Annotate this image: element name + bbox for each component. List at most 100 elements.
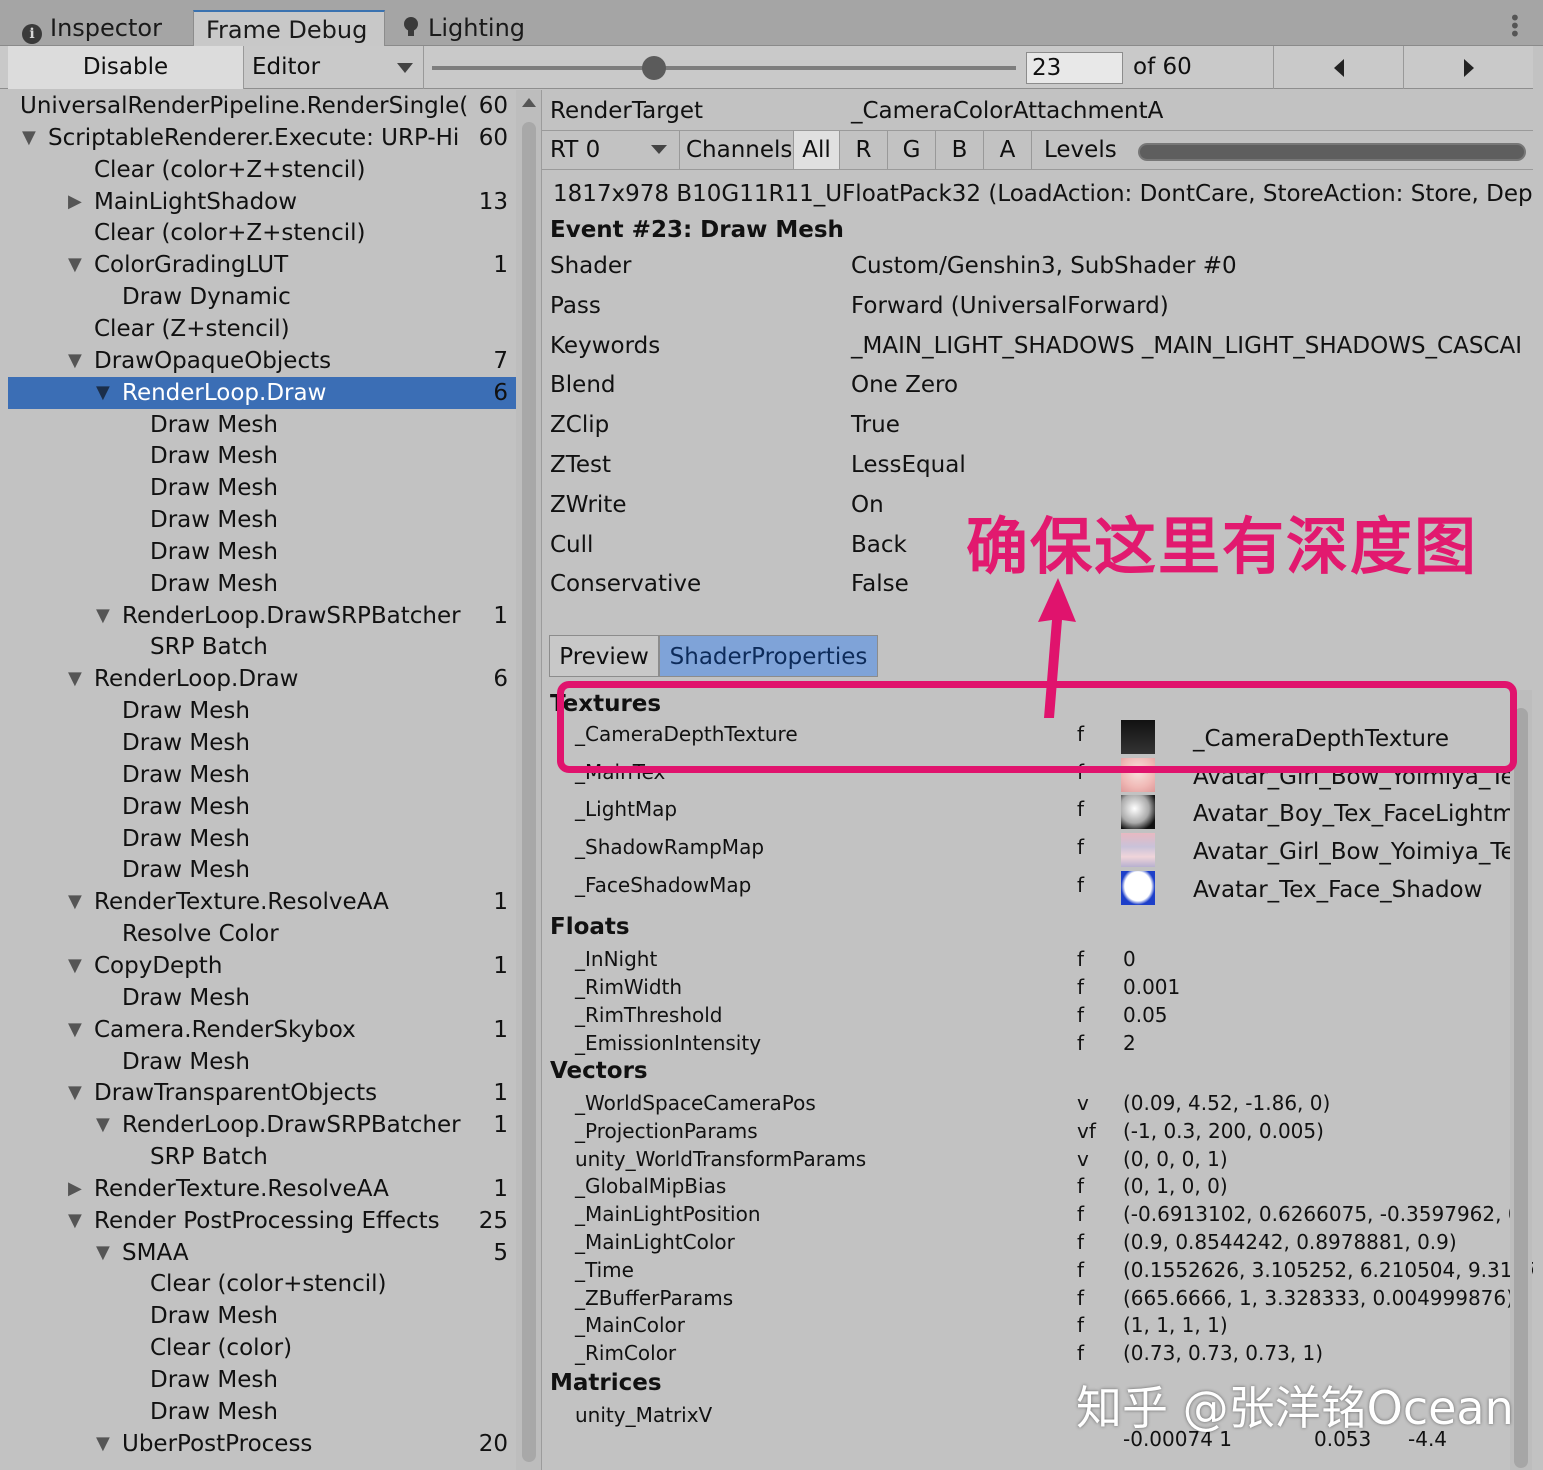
lightmap-thumbnail[interactable]	[1121, 795, 1155, 830]
tree-row[interactable]: ▼ RenderLoop.Draw 6	[8, 663, 516, 695]
tree-row[interactable]: Draw Mesh	[8, 854, 516, 886]
tree-row[interactable]: Clear (color+Z+stencil)	[8, 154, 516, 186]
expand-down-icon[interactable]: ▼	[96, 1109, 116, 1141]
expand-down-icon[interactable]: ▼	[68, 249, 88, 281]
tab-frame-debug[interactable]: Frame Debug	[193, 10, 385, 46]
tree-row-label: RenderTexture.ResolveAA	[94, 1175, 389, 1202]
tree-row[interactable]: ▼ ScriptableRenderer.Execute: URP-Hi 60	[8, 122, 516, 154]
tree-row[interactable]: ▼ Camera.RenderSkybox 1	[8, 1014, 516, 1046]
tree-row[interactable]: Draw Mesh	[8, 409, 516, 441]
ramp-thumbnail[interactable]	[1121, 833, 1155, 868]
tree-row[interactable]: Draw Mesh	[8, 536, 516, 568]
expand-down-icon[interactable]: ▼	[96, 377, 116, 409]
tree-row[interactable]: Draw Mesh	[8, 791, 516, 823]
tree-row[interactable]: Draw Mesh	[8, 823, 516, 855]
expand-down-icon[interactable]: ▼	[96, 1428, 116, 1460]
tree-row[interactable]: Draw Mesh	[8, 1046, 516, 1078]
tab-inspector[interactable]: i Inspector	[22, 10, 162, 46]
scroll-up-icon[interactable]	[522, 98, 536, 107]
texture-prop-value[interactable]: Avatar_Girl_Bow_Yoimiya_Te	[1193, 839, 1515, 865]
tree-row[interactable]: Clear (color+stencil)	[8, 1268, 516, 1300]
shader-properties-scrollbar[interactable]	[1510, 690, 1532, 1470]
tree-row[interactable]: Clear (color)	[8, 1332, 516, 1364]
tree-row[interactable]: ▼ DrawOpaqueObjects 7	[8, 345, 516, 377]
rt-select-dropdown[interactable]: RT 0	[542, 131, 680, 169]
tree-row[interactable]: ▼ DrawTransparentObjects 1	[8, 1077, 516, 1109]
tree-row[interactable]: ▼ SMAA 5	[8, 1237, 516, 1269]
expand-right-icon[interactable]: ▶	[68, 1173, 88, 1205]
tree-row[interactable]: SRP Batch	[8, 631, 516, 663]
expand-down-icon[interactable]: ▼	[68, 345, 88, 377]
tree-row[interactable]: Draw Mesh	[8, 1364, 516, 1396]
texture-prop-value[interactable]: Avatar_Boy_Tex_FaceLightm	[1193, 801, 1515, 827]
tree-row[interactable]: Draw Mesh	[8, 695, 516, 727]
tree-row[interactable]: Draw Dynamic	[8, 281, 516, 313]
tab-preview[interactable]: Preview	[549, 635, 659, 677]
tree-row[interactable]: Resolve Color	[8, 918, 516, 950]
expand-down-icon[interactable]: ▼	[68, 1205, 88, 1237]
next-event-button[interactable]	[1403, 46, 1531, 89]
frame-slider-track[interactable]	[432, 66, 1016, 70]
tree-row-label: UniversalRenderPipeline.RenderSingle(	[20, 93, 469, 119]
channel-all-button[interactable]: All	[794, 131, 840, 169]
tree-scrollbar-thumb[interactable]	[522, 122, 536, 1462]
expand-right-icon[interactable]: ▶	[68, 186, 88, 218]
channel-g-button[interactable]: G	[888, 131, 936, 169]
tree-row[interactable]: Clear (color+Z+stencil)	[8, 217, 516, 249]
tree-row[interactable]: Draw Mesh	[8, 568, 516, 600]
tree-row[interactable]: Draw Mesh	[8, 1300, 516, 1332]
faceshadow-thumbnail[interactable]	[1121, 870, 1155, 905]
tree-row[interactable]: Draw Mesh	[8, 504, 516, 536]
event-prop-name: Pass	[550, 292, 601, 319]
tree-row[interactable]: ▼ CopyDepth 1	[8, 950, 516, 982]
tree-row[interactable]: ▼ RenderTexture.ResolveAA 1	[8, 886, 516, 918]
target-dropdown[interactable]: Editor	[244, 46, 424, 89]
texture-prop-name: _LightMap	[575, 797, 678, 822]
levels-range-slider[interactable]	[1138, 143, 1526, 161]
tree-row[interactable]: ▶ MainLightShadow 13	[8, 186, 516, 218]
tree-row[interactable]: ▶ RenderTexture.ResolveAA 1	[8, 1173, 516, 1205]
previous-event-button[interactable]	[1273, 46, 1401, 89]
texture-prop-value[interactable]: Avatar_Tex_Face_Shadow	[1193, 877, 1482, 903]
tree-row-label: Resolve Color	[122, 921, 279, 948]
expand-down-icon[interactable]: ▼	[68, 886, 88, 918]
expand-down-icon[interactable]: ▼	[96, 600, 116, 632]
tree-row-count: 1	[493, 1016, 508, 1043]
tab-lighting[interactable]: Lighting	[402, 10, 525, 46]
tree-row[interactable]: Draw Mesh	[8, 472, 516, 504]
expand-down-icon[interactable]: ▼	[68, 1077, 88, 1109]
expand-down-icon[interactable]: ▼	[68, 663, 88, 695]
channel-a-button[interactable]: A	[984, 131, 1032, 169]
disable-button[interactable]: Disable	[8, 46, 244, 89]
more-options-icon[interactable]: • • •	[1509, 8, 1521, 44]
tree-row[interactable]: ▼ RenderLoop.Draw 6	[8, 376, 516, 409]
vector-prop-name: _WorldSpaceCameraPos	[575, 1091, 816, 1115]
expand-down-icon[interactable]: ▼	[68, 950, 88, 982]
tree-row[interactable]: ▼ UberPostProcess 20	[8, 1428, 516, 1460]
tree-scrollbar[interactable]	[516, 90, 542, 1470]
tree-row[interactable]: SRP Batch	[8, 1141, 516, 1173]
expand-down-icon[interactable]: ▼	[96, 1237, 116, 1269]
annotation-arrow-icon	[1038, 578, 1076, 718]
tab-shader-properties[interactable]: ShaderProperties	[659, 635, 878, 677]
expand-down-icon[interactable]: ▼	[8, 90, 14, 122]
tree-row[interactable]: ▼ ColorGradingLUT 1	[8, 249, 516, 281]
tree-row[interactable]: Clear (Z+stencil)	[8, 313, 516, 345]
tree-row[interactable]: ▼ RenderLoop.DrawSRPBatcher 1	[8, 1109, 516, 1141]
tree-row[interactable]: Draw Mesh	[8, 1396, 516, 1428]
expand-down-icon[interactable]: ▼	[68, 1014, 88, 1046]
tree-row[interactable]: Draw Mesh	[8, 440, 516, 472]
tree-row[interactable]: Draw Mesh	[8, 759, 516, 791]
tree-row[interactable]: ▼UniversalRenderPipeline.RenderSingle(60	[8, 90, 516, 122]
channel-r-button[interactable]: R	[840, 131, 888, 169]
frame-slider-thumb[interactable]	[641, 56, 666, 80]
tree-row[interactable]: ▼ Render PostProcessing Effects 25	[8, 1205, 516, 1237]
tree-row-label: Draw Mesh	[150, 1398, 278, 1425]
tree-row[interactable]: ▼ RenderLoop.DrawSRPBatcher 1	[8, 600, 516, 632]
shader-properties-scrollbar-thumb[interactable]	[1514, 708, 1528, 1468]
tree-row[interactable]: Draw Mesh	[8, 982, 516, 1014]
channel-b-button[interactable]: B	[936, 131, 984, 169]
expand-down-icon[interactable]: ▼	[22, 122, 42, 154]
frame-index-input[interactable]: 23	[1026, 52, 1123, 84]
tree-row[interactable]: Draw Mesh	[8, 727, 516, 759]
